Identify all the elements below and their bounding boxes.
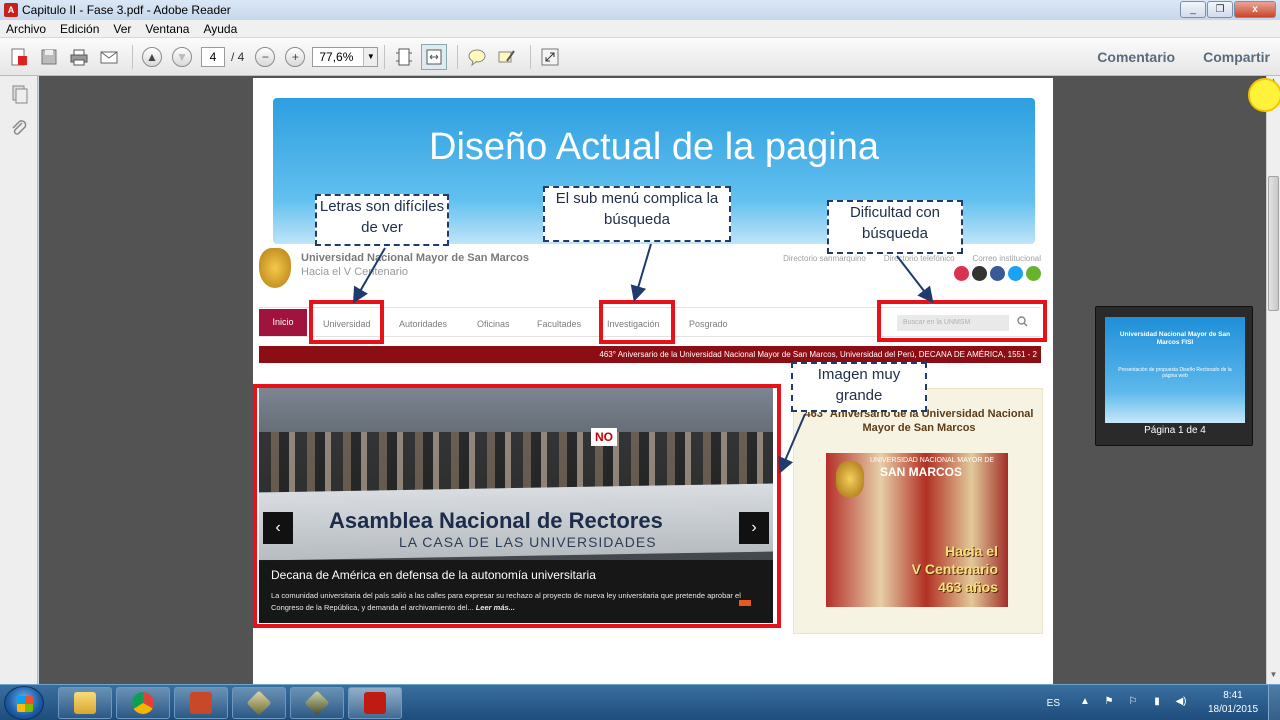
thumbnail-slide: Universidad Nacional Mayor de San Marcos… xyxy=(1105,317,1245,423)
highlight-icon[interactable] xyxy=(494,44,520,70)
save-icon[interactable] xyxy=(36,44,62,70)
page-total: / 4 xyxy=(231,49,245,64)
cursor-highlight xyxy=(1248,78,1280,112)
app-5-icon xyxy=(304,690,330,716)
next-page-button[interactable]: ▼ xyxy=(169,44,195,70)
zoom-out-button[interactable]: − xyxy=(252,44,278,70)
zoom-select[interactable]: 77,6% ▼ xyxy=(312,46,379,67)
left-nav-pane xyxy=(0,76,38,684)
zoom-in-button[interactable]: + xyxy=(282,44,308,70)
print-icon[interactable] xyxy=(66,44,92,70)
chrome-icon xyxy=(132,692,154,714)
taskbar-explorer[interactable] xyxy=(58,687,112,719)
maximize-button[interactable]: ❐ xyxy=(1207,1,1233,18)
compartir-button[interactable]: Compartir xyxy=(1203,49,1270,65)
document-viewer[interactable]: Diseño Actual de la pagina Universidad N… xyxy=(39,76,1266,684)
annotation-arrows xyxy=(353,243,934,474)
pages-icon[interactable] xyxy=(8,84,30,106)
page-number-input[interactable]: 4 xyxy=(201,46,225,67)
previous-page-button[interactable]: ▲ xyxy=(139,44,165,70)
fit-width-icon[interactable] xyxy=(421,43,448,70)
title-bar: A Capitulo II - Fase 3.pdf - Adobe Reade… xyxy=(0,0,1280,20)
menu-ayuda[interactable]: Ayuda xyxy=(203,22,237,36)
close-button[interactable]: x xyxy=(1234,1,1276,18)
comment-icon[interactable] xyxy=(464,44,490,70)
toolbar-right: Comentario Compartir xyxy=(1097,49,1270,65)
taskbar-powerpoint[interactable] xyxy=(174,687,228,719)
attachment-icon[interactable] xyxy=(8,118,30,140)
vertical-scrollbar[interactable]: ▲ ▼ xyxy=(1266,76,1280,684)
thumbnail-sub: Presentación de propuesta Diseño Rectora… xyxy=(1118,367,1232,379)
powerpoint-icon xyxy=(190,692,212,714)
toolbar: ▲ ▼ 4 / 4 − + 77,6% ▼ Comentario Compart… xyxy=(0,38,1280,76)
taskbar: ES ▲ ⚑ ⚐ ▮ ◀) 8:41 18/01/2015 xyxy=(0,684,1280,720)
tray-expand-icon[interactable]: ▲ xyxy=(1078,696,1092,710)
minimize-button[interactable]: _ xyxy=(1180,1,1206,18)
taskbar-chrome[interactable] xyxy=(116,687,170,719)
system-tray: ES ▲ ⚑ ⚐ ▮ ◀) 8:41 18/01/2015 xyxy=(1047,685,1280,720)
fit-page-icon[interactable] xyxy=(391,44,417,70)
start-button[interactable] xyxy=(4,686,44,720)
minus-icon: − xyxy=(255,46,276,67)
plus-icon: + xyxy=(285,46,306,67)
window-controls: _ ❐ x xyxy=(1180,1,1276,18)
scroll-thumb[interactable] xyxy=(1268,176,1279,311)
volume-icon[interactable]: ◀) xyxy=(1174,696,1188,710)
menu-edicion[interactable]: Edición xyxy=(60,22,99,36)
menu-archivo[interactable]: Archivo xyxy=(6,22,46,36)
adobe-reader-icon: A xyxy=(4,3,18,17)
create-pdf-icon[interactable] xyxy=(6,44,32,70)
network-icon[interactable]: ⚑ xyxy=(1102,696,1116,710)
clock-time: 8:41 xyxy=(1223,690,1243,701)
menu-ver[interactable]: Ver xyxy=(113,22,131,36)
taskbar-adobe-reader[interactable] xyxy=(348,687,402,719)
pdf-page: Diseño Actual de la pagina Universidad N… xyxy=(253,78,1053,684)
chevron-down-icon[interactable]: ▼ xyxy=(363,47,378,66)
arrow-down-icon: ▼ xyxy=(172,46,192,67)
show-desktop-button[interactable] xyxy=(1268,685,1280,720)
battery-icon[interactable]: ▮ xyxy=(1150,696,1164,710)
menu-bar: Archivo Edición Ver Ventana Ayuda xyxy=(0,20,1280,38)
comentario-button[interactable]: Comentario xyxy=(1097,49,1175,65)
taskbar-app-5[interactable] xyxy=(290,687,344,719)
email-icon[interactable] xyxy=(96,44,122,70)
folder-icon xyxy=(74,692,96,714)
app-4-icon xyxy=(246,690,272,716)
page-thumbnail-popup: Universidad Nacional Mayor de San Marcos… xyxy=(1095,306,1253,446)
expand-icon[interactable] xyxy=(537,44,563,70)
clock-date: 18/01/2015 xyxy=(1207,704,1259,715)
menu-ventana[interactable]: Ventana xyxy=(145,22,189,36)
thumbnail-label: Página 1 de 4 xyxy=(1144,425,1206,436)
window-title: Capitulo II - Fase 3.pdf - Adobe Reader xyxy=(22,3,231,17)
zoom-value: 77,6% xyxy=(319,49,354,64)
adobe-pdf-icon xyxy=(364,692,386,714)
scroll-down-icon[interactable]: ▼ xyxy=(1267,670,1280,684)
language-indicator[interactable]: ES xyxy=(1047,698,1060,709)
flag-icon[interactable]: ⚐ xyxy=(1126,696,1140,710)
taskbar-app-4[interactable] xyxy=(232,687,286,719)
arrow-up-icon: ▲ xyxy=(142,46,162,67)
clock[interactable]: 8:41 18/01/2015 xyxy=(1198,689,1268,717)
windows-logo-icon xyxy=(17,696,33,712)
thumbnail-title: Universidad Nacional Mayor de San Marcos… xyxy=(1119,331,1231,346)
